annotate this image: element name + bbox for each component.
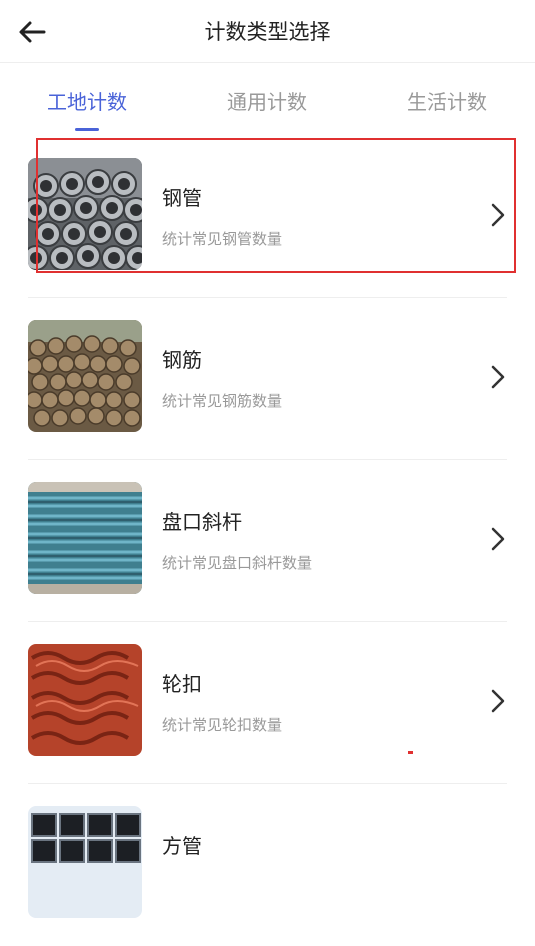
item-description: 统计常见轮扣数量 [162, 716, 283, 734]
item-title: 轮扣 [162, 672, 202, 696]
tab-life-count[interactable]: 生活计数 [357, 86, 535, 115]
list-item-steel-pipe[interactable]: 钢管 统计常见钢管数量 [0, 136, 535, 298]
active-tab-indicator [75, 128, 99, 131]
steel-pipe-thumbnail [28, 158, 142, 270]
red-mark [408, 751, 413, 754]
item-description: 统计常见钢管数量 [162, 230, 283, 248]
item-description: 统计常见钢筋数量 [162, 392, 283, 410]
item-title: 盘口斜杆 [162, 510, 242, 534]
rebar-thumbnail [28, 320, 142, 432]
item-description: 统计常见盘口斜杆数量 [162, 554, 313, 572]
item-title: 钢筋 [162, 348, 202, 372]
wheel-buckle-thumbnail [28, 644, 142, 756]
square-tube-thumbnail [28, 806, 142, 918]
tab-bar: 工地计数 通用计数 生活计数 [0, 62, 535, 136]
list-item-square-tube[interactable]: 方管 [0, 784, 535, 946]
chevron-right-icon [491, 689, 505, 713]
list-item-diagonal-rod[interactable]: 盘口斜杆 统计常见盘口斜杆数量 [0, 460, 535, 622]
tab-general-count[interactable]: 通用计数 [177, 86, 357, 115]
chevron-right-icon [491, 365, 505, 389]
tab-site-count[interactable]: 工地计数 [0, 86, 177, 115]
item-title: 钢管 [162, 186, 202, 210]
page-title: 计数类型选择 [204, 20, 331, 44]
top-bar: 计数类型选择 [0, 0, 535, 63]
item-title: 方管 [162, 834, 202, 858]
diagonal-rod-thumbnail [28, 482, 142, 594]
chevron-right-icon [491, 527, 505, 551]
list-item-rebar[interactable]: 钢筋 统计常见钢筋数量 [0, 298, 535, 460]
chevron-right-icon [491, 203, 505, 227]
list-item-wheel-buckle[interactable]: 轮扣 统计常见轮扣数量 [0, 622, 535, 784]
